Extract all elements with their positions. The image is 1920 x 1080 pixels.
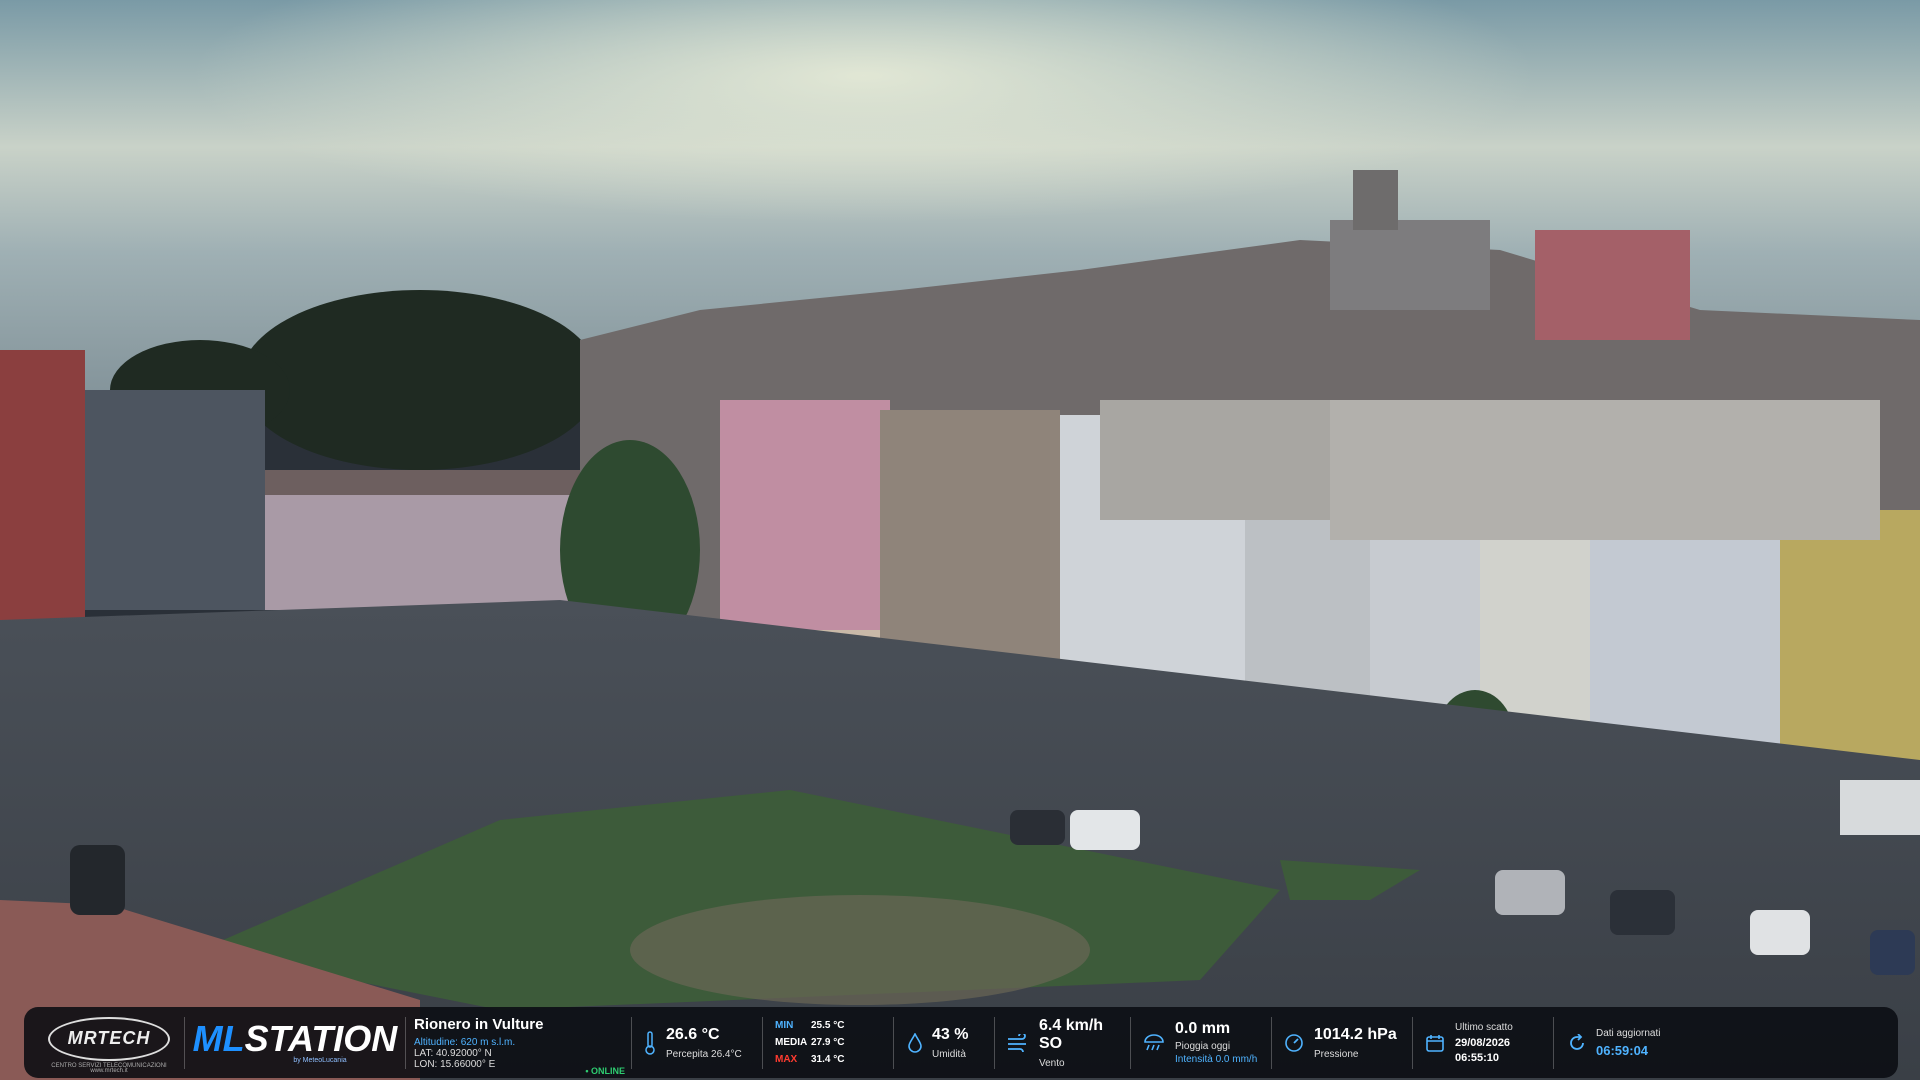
wind-label: Vento (1039, 1057, 1065, 1069)
pressure-label: Pressione (1314, 1048, 1359, 1060)
online-status-badge: • ONLINE (585, 1066, 625, 1076)
last-shot-date: 29/08/2026 (1455, 1036, 1511, 1049)
thermometer-icon (644, 1030, 656, 1055)
mlstation-logo: MLSTATION by MeteoLucania (185, 1007, 405, 1078)
location-info: Rionero in Vulture Altitudine: 620 m s.l… (406, 1007, 631, 1078)
updated-block: Dati aggiornati 06:59:04 (1554, 1007, 1704, 1078)
rain-value: 0.0 mm (1175, 1020, 1231, 1037)
max-value: 31.4 °C (811, 1054, 845, 1065)
mlstation-brand: MLSTATION (193, 1021, 398, 1057)
rain-icon (1143, 1033, 1165, 1052)
updated-time: 06:59:04 (1596, 1042, 1649, 1058)
temperature-minmax: MIN 25.5 °C MEDIA 27.9 °C MAX 31.4 °C (763, 1007, 893, 1078)
mlstation-prefix: ML (192, 1018, 245, 1059)
min-label: MIN (775, 1020, 794, 1031)
last-shot-block: Ultimo scatto 29/08/2026 06:55:10 (1413, 1007, 1553, 1078)
humidity-value: 43 % (932, 1025, 969, 1043)
temperature-value: 26.6 °C (666, 1025, 720, 1043)
pressure-block: 1014.2 hPa Pressione (1272, 1007, 1412, 1078)
last-shot-time: 06:55:10 (1455, 1051, 1500, 1064)
rain-intensity: Intensità 0.0 mm/h (1175, 1054, 1258, 1065)
rain-label: Pioggia oggi (1175, 1041, 1231, 1052)
mlstation-suffix: STATION (244, 1018, 398, 1059)
humidity-block: 43 % Umidità (894, 1007, 994, 1078)
location-altitude: Altitudine: 620 m s.l.m. (414, 1036, 516, 1048)
min-value: 25.5 °C (811, 1020, 845, 1031)
mrtech-logo-mark: MRTECH (48, 1016, 170, 1061)
webcam-image (0, 0, 1920, 1080)
humidity-label: Umidità (932, 1048, 966, 1060)
updated-label: Dati aggiornati (1596, 1027, 1661, 1039)
wind-icon (1007, 1033, 1029, 1052)
droplet-icon (908, 1032, 922, 1053)
perceived-temperature: Percepita 26.4°C (666, 1048, 742, 1060)
gauge-icon (1284, 1033, 1304, 1053)
weather-overlay-bar: MRTECH CENTRO SERVIZI TELECOMUNICAZIONI … (24, 1007, 1898, 1078)
location-name: Rionero in Vulture (414, 1015, 544, 1033)
wind-block: 6.4 km/h SO Vento (995, 1007, 1130, 1078)
calendar-icon (1425, 1033, 1445, 1053)
location-lon: LON: 15.66000° E (414, 1058, 496, 1070)
last-shot-label: Ultimo scatto (1455, 1021, 1513, 1033)
mrtech-logo: MRTECH CENTRO SERVIZI TELECOMUNICAZIONI … (34, 1007, 184, 1078)
temperature-block: 26.6 °C Percepita 26.4°C (632, 1007, 762, 1078)
avg-label: MEDIA (775, 1037, 808, 1048)
wind-value: 6.4 km/h SO (1039, 1016, 1104, 1052)
location-lat: LAT: 40.92000° N (414, 1047, 492, 1059)
rain-block: 0.0 mm Pioggia oggi Intensità 0.0 mm/h (1131, 1007, 1271, 1078)
refresh-icon (1568, 1033, 1586, 1052)
max-label: MAX (775, 1054, 798, 1065)
mrtech-url: www.mrtech.it (90, 1068, 128, 1074)
avg-value: 27.9 °C (811, 1037, 845, 1048)
pressure-value: 1014.2 hPa (1314, 1025, 1397, 1043)
mlstation-by: by MeteoLucania (293, 1057, 347, 1064)
